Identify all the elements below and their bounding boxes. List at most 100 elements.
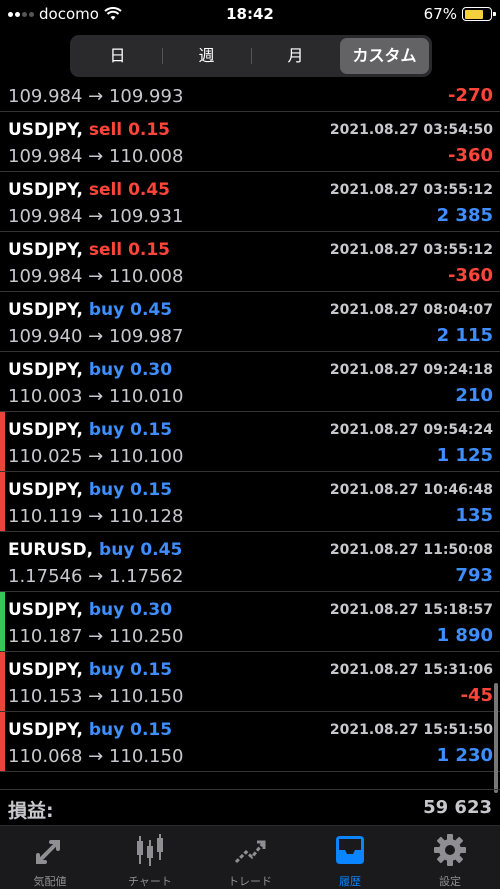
battery-percent: 67%	[423, 5, 457, 23]
row-color-marker	[0, 652, 5, 711]
trade-symbol: USDJPY,	[8, 600, 83, 620]
row-color-marker	[0, 86, 5, 111]
trade-symbol: USDJPY,	[8, 480, 83, 500]
trade-row[interactable]: USDJPY, sell 0.30 109.984 → 109.993 2021…	[0, 86, 500, 112]
trade-row[interactable]: USDJPY, buy 0.15 110.068 → 110.150 2021.…	[0, 712, 500, 772]
trade-prices: 109.984 → 110.008	[8, 266, 184, 287]
trade-row[interactable]: USDJPY, buy 0.15 110.025 → 110.100 2021.…	[0, 412, 500, 472]
trade-direction: buy 0.15	[89, 720, 172, 740]
trade-side: sell	[88, 180, 123, 200]
segment-day[interactable]: 日	[73, 38, 162, 74]
total-label: 損益:	[8, 800, 54, 822]
trade-symbol: USDJPY,	[8, 120, 83, 140]
row-color-marker	[0, 112, 5, 171]
segment-week[interactable]: 週	[162, 38, 251, 74]
trade-profit: 2 115	[436, 325, 493, 346]
battery-group: 67%	[423, 5, 496, 23]
scrollbar[interactable]	[494, 683, 498, 793]
tab-label: 設定	[439, 875, 461, 888]
trade-title: USDJPY, buy 0.15	[8, 420, 172, 440]
segment-month[interactable]: 月	[251, 38, 340, 74]
row-color-marker	[0, 292, 5, 351]
trade-prices: 110.003 → 110.010	[8, 386, 184, 407]
trade-prices: 109.984 → 109.931	[8, 206, 184, 227]
trade-row[interactable]: USDJPY, buy 0.15 110.119 → 110.128 2021.…	[0, 472, 500, 532]
trade-datetime: 2021.08.27 08:04:07	[329, 302, 493, 318]
trade-datetime: 2021.08.27 09:54:24	[329, 422, 493, 438]
tab-bar: 気配値 チャート トレード 履歴 設定	[0, 825, 500, 889]
trade-prices: 109.984 → 109.993	[8, 86, 184, 107]
trade-row[interactable]: USDJPY, sell 0.15 109.984 → 110.008 2021…	[0, 232, 500, 292]
trade-datetime: 2021.08.27 15:18:57	[329, 602, 493, 618]
candlestick-chart-icon	[137, 834, 163, 866]
trade-symbol: USDJPY,	[8, 360, 83, 380]
history-list[interactable]: USDJPY, sell 0.30 109.984 → 109.993 2021…	[0, 86, 500, 789]
battery-icon	[462, 7, 496, 21]
trade-volume: 0.15	[130, 480, 173, 500]
tab-label: チャート	[128, 875, 172, 888]
trade-symbol: USDJPY,	[8, 300, 83, 320]
quotes-arrows-icon	[36, 840, 60, 864]
tab-trade[interactable]: トレード	[200, 826, 300, 889]
trade-side: buy	[88, 300, 125, 320]
trade-datetime: 2021.08.27 15:31:06	[329, 662, 493, 678]
trade-profit: 210	[455, 385, 493, 406]
trade-prices: 1.17546 → 1.17562	[8, 566, 184, 587]
tab-chart[interactable]: チャート	[100, 826, 200, 889]
trade-row[interactable]: USDJPY, buy 0.30 110.187 → 110.250 2021.…	[0, 592, 500, 652]
trade-row[interactable]: USDJPY, buy 0.45 109.940 → 109.987 2021.…	[0, 292, 500, 352]
trade-profit: -270	[447, 86, 493, 106]
tab-label: 履歴	[339, 875, 361, 888]
trade-profit: -360	[447, 145, 493, 166]
trade-row[interactable]: USDJPY, buy 0.15 110.153 → 110.150 2021.…	[0, 652, 500, 712]
trade-side: buy	[88, 420, 125, 440]
trade-datetime: 2021.08.27 15:51:50	[329, 722, 493, 738]
trade-direction: sell 0.45	[89, 180, 170, 200]
gear-icon	[434, 834, 466, 866]
trade-direction: buy 0.30	[89, 600, 172, 620]
trade-volume: 0.30	[130, 360, 173, 380]
trade-profit: 1 890	[436, 625, 493, 646]
trade-volume: 0.45	[130, 300, 173, 320]
trade-side: buy	[99, 540, 135, 560]
trade-profit: 135	[455, 505, 493, 526]
trade-direction: sell 0.15	[89, 120, 170, 140]
trade-row[interactable]: EURUSD, buy 0.45 1.17546 → 1.17562 2021.…	[0, 532, 500, 592]
trade-prices: 109.984 → 110.008	[8, 146, 184, 167]
trade-title: USDJPY, sell 0.45	[8, 180, 170, 200]
trade-direction: buy 0.30	[89, 360, 172, 380]
trade-volume: 0.15	[130, 660, 173, 680]
trade-direction: buy 0.15	[89, 420, 172, 440]
trade-datetime: 2021.08.27 10:46:48	[329, 482, 493, 498]
trade-datetime: 2021.08.27 11:50:08	[329, 542, 493, 558]
trade-side: buy	[88, 600, 125, 620]
trade-title: USDJPY, buy 0.15	[8, 660, 172, 680]
trade-direction: sell 0.15	[89, 240, 170, 260]
trade-prices: 110.119 → 110.128	[8, 506, 184, 527]
trade-datetime: 2021.08.27 03:54:50	[329, 122, 493, 138]
trade-title: USDJPY, buy 0.30	[8, 600, 172, 620]
trade-volume: 0.30	[130, 600, 173, 620]
trade-prices: 109.940 → 109.987	[8, 326, 184, 347]
total-profit-row: 損益: 59 623	[0, 789, 500, 825]
row-color-marker	[0, 352, 5, 411]
trade-side: buy	[88, 360, 125, 380]
tab-quotes[interactable]: 気配値	[0, 826, 100, 889]
trade-symbol: USDJPY,	[8, 240, 83, 260]
row-color-marker	[0, 412, 5, 471]
trade-profit: -360	[447, 265, 493, 286]
trade-side: sell	[88, 240, 123, 260]
trade-row[interactable]: USDJPY, sell 0.45 109.984 → 109.931 2021…	[0, 172, 500, 232]
trade-row[interactable]: USDJPY, sell 0.15 109.984 → 110.008 2021…	[0, 112, 500, 172]
trade-row[interactable]: USDJPY, buy 0.30 110.003 → 110.010 2021.…	[0, 352, 500, 412]
trade-direction: buy 0.15	[89, 480, 172, 500]
trade-symbol: USDJPY,	[8, 720, 83, 740]
trade-side: buy	[88, 720, 125, 740]
history-inbox-icon	[336, 836, 364, 864]
segment-custom[interactable]: カスタム	[340, 38, 429, 74]
tab-label: トレード	[228, 875, 272, 888]
tab-history[interactable]: 履歴	[300, 826, 400, 889]
tab-settings[interactable]: 設定	[400, 826, 500, 889]
trade-side: buy	[88, 480, 125, 500]
trade-title: USDJPY, sell 0.15	[8, 120, 170, 140]
